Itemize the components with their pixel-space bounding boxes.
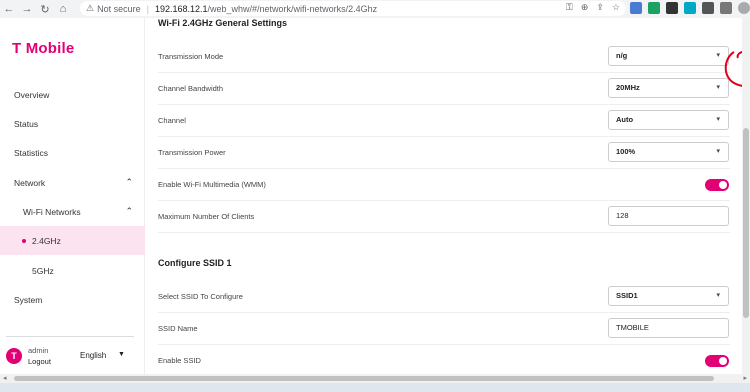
extension-icon[interactable]: [666, 2, 678, 14]
sidebar-divider: [6, 336, 134, 337]
setting-row-max-clients: Maximum Number Of Clients 128: [158, 201, 730, 233]
channel-select[interactable]: Auto ▾: [608, 110, 729, 130]
extension-icon[interactable]: [630, 2, 642, 14]
sidebar-item-label: 2.4GHz: [32, 235, 61, 246]
extension-icon[interactable]: [684, 2, 696, 14]
vertical-scroll-thumb[interactable]: [743, 128, 749, 318]
select-value: 100%: [616, 147, 636, 156]
sidebar-item-label: System: [14, 294, 43, 305]
sidebar: T Mobile Overview Status Statistics Netw…: [0, 18, 145, 374]
main-content: Wi-Fi 2.4GHz General Settings Transmissi…: [145, 18, 750, 377]
sidebar-item-wifi-networks[interactable]: Wi-Fi Networks ⌃: [0, 197, 145, 226]
horizontal-scroll-thumb[interactable]: [14, 376, 714, 381]
url-path[interactable]: /web_whw/#/network/wifi-networks/2.4Ghz: [208, 4, 378, 14]
setting-label: Transmission Power: [158, 148, 226, 157]
setting-row-transmission-mode: Transmission Mode n/g ▾: [158, 41, 730, 73]
warning-icon[interactable]: ⚠: [86, 3, 94, 14]
key-icon[interactable]: ⚿: [566, 2, 573, 13]
setting-label: Enable SSID: [158, 356, 201, 365]
horizontal-scrollbar[interactable]: ◂ ▸: [0, 374, 750, 383]
ssid-select[interactable]: SSID1 ▾: [608, 286, 729, 306]
select-value: SSID1: [616, 291, 638, 300]
url-host[interactable]: 192.168.12.1: [155, 4, 208, 14]
sidebar-item-label: Status: [14, 118, 39, 129]
select-value: n/g: [616, 51, 628, 60]
language-select[interactable]: English: [80, 351, 106, 360]
setting-row-transmission-power: Transmission Power 100% ▾: [158, 137, 730, 169]
setting-row-ssid-name: SSID Name TMOBILE: [158, 313, 730, 345]
user-panel: T admin Logout English ▼: [6, 346, 141, 370]
address-bar[interactable]: ⚠ Not secure | 192.168.12.1 /web_whw/#/n…: [80, 1, 626, 16]
browser-toolbar: ← → ↻ ⌂ ⚠ Not secure | 192.168.12.1 /web…: [0, 0, 750, 18]
ssid-name-input[interactable]: TMOBILE: [608, 318, 729, 338]
scroll-right-icon[interactable]: ▸: [743, 374, 747, 382]
url-separator: |: [146, 3, 149, 14]
sidebar-item-label: 5GHz: [32, 265, 54, 276]
setting-label: Channel Bandwidth: [158, 84, 224, 93]
reload-icon[interactable]: ↻: [36, 0, 54, 18]
sidebar-item-network[interactable]: Network ⌃: [0, 168, 145, 197]
setting-row-channel: Channel Auto ▾: [158, 105, 730, 137]
home-icon[interactable]: ⌂: [54, 0, 72, 18]
caret-down-icon: ▾: [716, 148, 720, 155]
setting-label: Channel: [158, 116, 186, 125]
caret-down-icon: ▾: [716, 116, 720, 123]
chevron-up-icon[interactable]: ⌃: [125, 177, 133, 188]
star-icon[interactable]: ☆: [612, 2, 620, 13]
transmission-power-select[interactable]: 100% ▾: [608, 142, 729, 162]
setting-label: Enable Wi-Fi Multimedia (WMM): [158, 180, 266, 189]
max-clients-input[interactable]: 128: [608, 206, 729, 226]
ssid-section-title: Configure SSID 1: [158, 258, 232, 268]
zoom-icon[interactable]: ⊕: [581, 2, 589, 13]
tmobile-logo[interactable]: T Mobile: [12, 40, 74, 57]
sidebar-item-label: Overview: [14, 89, 50, 100]
general-settings-title: Wi-Fi 2.4GHz General Settings: [158, 18, 287, 28]
taskbar: [0, 383, 750, 392]
setting-label: SSID Name: [158, 324, 198, 333]
setting-label: Transmission Mode: [158, 52, 224, 61]
share-icon[interactable]: ⇪: [596, 2, 604, 13]
wmm-toggle[interactable]: [705, 179, 729, 191]
sidebar-item-system[interactable]: System: [0, 285, 145, 314]
setting-row-enable-ssid: Enable SSID: [158, 345, 730, 377]
chevron-up-icon[interactable]: ⌃: [125, 206, 133, 217]
scroll-left-icon[interactable]: ◂: [3, 374, 7, 382]
setting-row-select-ssid: Select SSID To Configure SSID1 ▾: [158, 281, 730, 313]
setting-label: Maximum Number Of Clients: [158, 212, 255, 221]
back-icon[interactable]: ←: [0, 0, 18, 18]
setting-row-channel-bandwidth: Channel Bandwidth 20MHz ▾: [158, 73, 730, 105]
forward-icon[interactable]: →: [18, 0, 36, 18]
avatar[interactable]: T: [6, 348, 22, 364]
username: admin: [28, 346, 49, 355]
sidebar-item-label: Wi-Fi Networks: [23, 206, 81, 217]
sidebar-item-label: Network: [14, 177, 46, 188]
caret-down-icon: ▾: [716, 292, 720, 299]
setting-label: Select SSID To Configure: [158, 292, 243, 301]
enable-ssid-toggle[interactable]: [705, 355, 729, 367]
sidebar-item-statistics[interactable]: Statistics: [0, 138, 145, 167]
setting-row-wmm: Enable Wi-Fi Multimedia (WMM): [158, 169, 730, 201]
sidebar-item-5ghz[interactable]: 5GHz: [0, 256, 145, 285]
security-label[interactable]: Not secure: [97, 4, 141, 14]
puzzle-icon[interactable]: [702, 2, 714, 14]
sidebar-item-2-4ghz[interactable]: 2.4GHz: [0, 226, 145, 255]
sidebar-item-overview[interactable]: Overview: [0, 80, 145, 109]
select-value: Auto: [616, 115, 634, 124]
active-dot-icon: [22, 238, 26, 243]
extension-icon[interactable]: [648, 2, 660, 14]
transmission-mode-select[interactable]: n/g ▾: [608, 46, 729, 66]
select-value: 20MHz: [616, 83, 640, 92]
extensions-area: [630, 2, 750, 14]
sidebar-item-label: Statistics: [14, 147, 49, 158]
vertical-scrollbar[interactable]: [742, 18, 750, 374]
channel-bandwidth-select[interactable]: 20MHz ▾: [608, 78, 729, 98]
logout-link[interactable]: Logout: [28, 357, 51, 366]
sidebar-item-status[interactable]: Status: [0, 109, 145, 138]
sidepanel-icon[interactable]: [720, 2, 732, 14]
profile-icon[interactable]: [738, 2, 750, 14]
caret-down-icon[interactable]: ▼: [118, 351, 125, 358]
